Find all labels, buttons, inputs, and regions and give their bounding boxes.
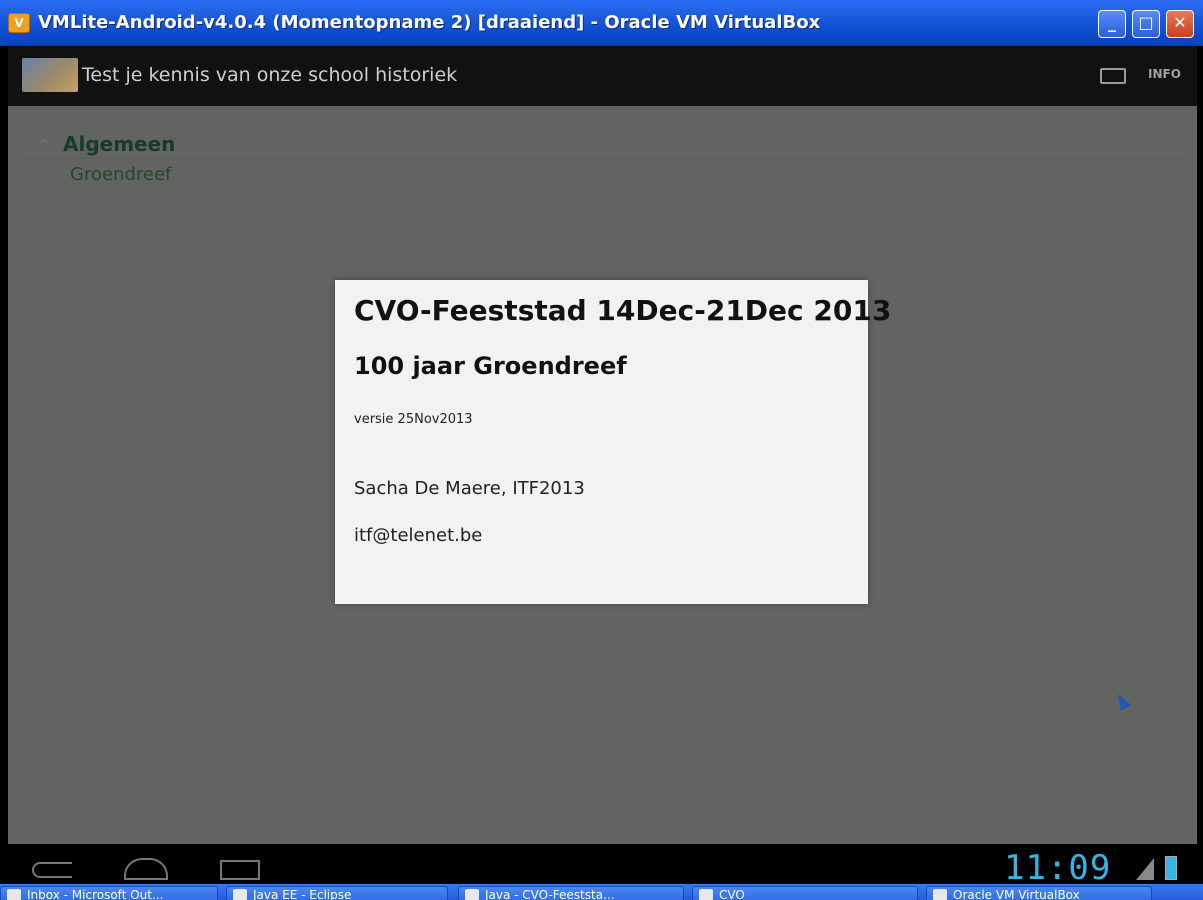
eclipse-icon xyxy=(233,889,247,900)
android-nav-bar: 11:09 xyxy=(8,844,1197,888)
minimize-button[interactable]: _ xyxy=(1098,10,1126,38)
eclipse-icon xyxy=(465,889,479,900)
close-button[interactable]: ✕ xyxy=(1166,10,1194,38)
dialog-email: itf@telenet.be xyxy=(354,525,483,546)
taskbar-item-label: CVO xyxy=(719,888,745,900)
outlook-icon xyxy=(7,889,21,900)
dialog-version: versie 25Nov2013 xyxy=(354,412,473,427)
list-item-groendreef[interactable]: Groendreef xyxy=(70,164,171,185)
window-titlebar[interactable]: V VMLite-Android-v4.0.4 (Momentopname 2)… xyxy=(0,0,1203,46)
taskbar-item-label: Java - CVO-Feeststa... xyxy=(485,888,615,900)
windows-taskbar: Inbox - Microsoft Out... Java EE - Eclip… xyxy=(0,884,1203,900)
taskbar-item-label: Java EE - Eclipse xyxy=(253,888,352,900)
status-clock: 11:09 xyxy=(1004,848,1112,888)
taskbar-item-label: Inbox - Microsoft Out... xyxy=(27,888,164,900)
android-action-bar: Test je kennis van onze school historiek… xyxy=(8,46,1197,106)
screen-icon[interactable] xyxy=(1100,68,1126,84)
taskbar-item-cvo-folder[interactable]: CVO xyxy=(692,886,918,900)
maximize-button[interactable]: □ xyxy=(1132,10,1160,38)
taskbar-item-eclipse-ee[interactable]: Java EE - Eclipse xyxy=(226,886,448,900)
recent-apps-icon[interactable] xyxy=(220,860,260,880)
back-icon[interactable] xyxy=(32,862,72,878)
chevron-up-icon[interactable]: ^ xyxy=(38,138,50,154)
group-divider xyxy=(26,158,1186,159)
school-app-icon[interactable] xyxy=(22,58,78,92)
taskbar-item-outlook[interactable]: Inbox - Microsoft Out... xyxy=(0,886,218,900)
dialog-title: CVO-Feeststad 14Dec-21Dec 2013 xyxy=(354,294,892,327)
signal-icon xyxy=(1136,858,1154,880)
virtualbox-app-icon: V xyxy=(8,13,30,33)
app-title: Test je kennis van onze school historiek xyxy=(82,64,458,86)
taskbar-item-label: Oracle VM VirtualBox xyxy=(953,888,1080,900)
mouse-cursor-icon xyxy=(1112,691,1132,711)
taskbar-item-eclipse-java[interactable]: Java - CVO-Feeststa... xyxy=(458,886,684,900)
list-group-algemeen[interactable]: Algemeen xyxy=(63,132,175,156)
folder-icon xyxy=(699,889,713,900)
dialog-subtitle: 100 jaar Groendreef xyxy=(354,352,627,380)
battery-icon xyxy=(1165,856,1177,880)
home-icon[interactable] xyxy=(124,858,168,880)
taskbar-item-virtualbox[interactable]: Oracle VM VirtualBox xyxy=(926,886,1152,900)
info-dialog[interactable]: CVO-Feeststad 14Dec-21Dec 2013 100 jaar … xyxy=(335,280,891,604)
dialog-author: Sacha De Maere, ITF2013 xyxy=(354,478,585,499)
window-title: VMLite-Android-v4.0.4 (Momentopname 2) [… xyxy=(38,12,821,33)
info-button[interactable]: INFO xyxy=(1148,67,1181,81)
virtualbox-icon xyxy=(933,889,947,900)
